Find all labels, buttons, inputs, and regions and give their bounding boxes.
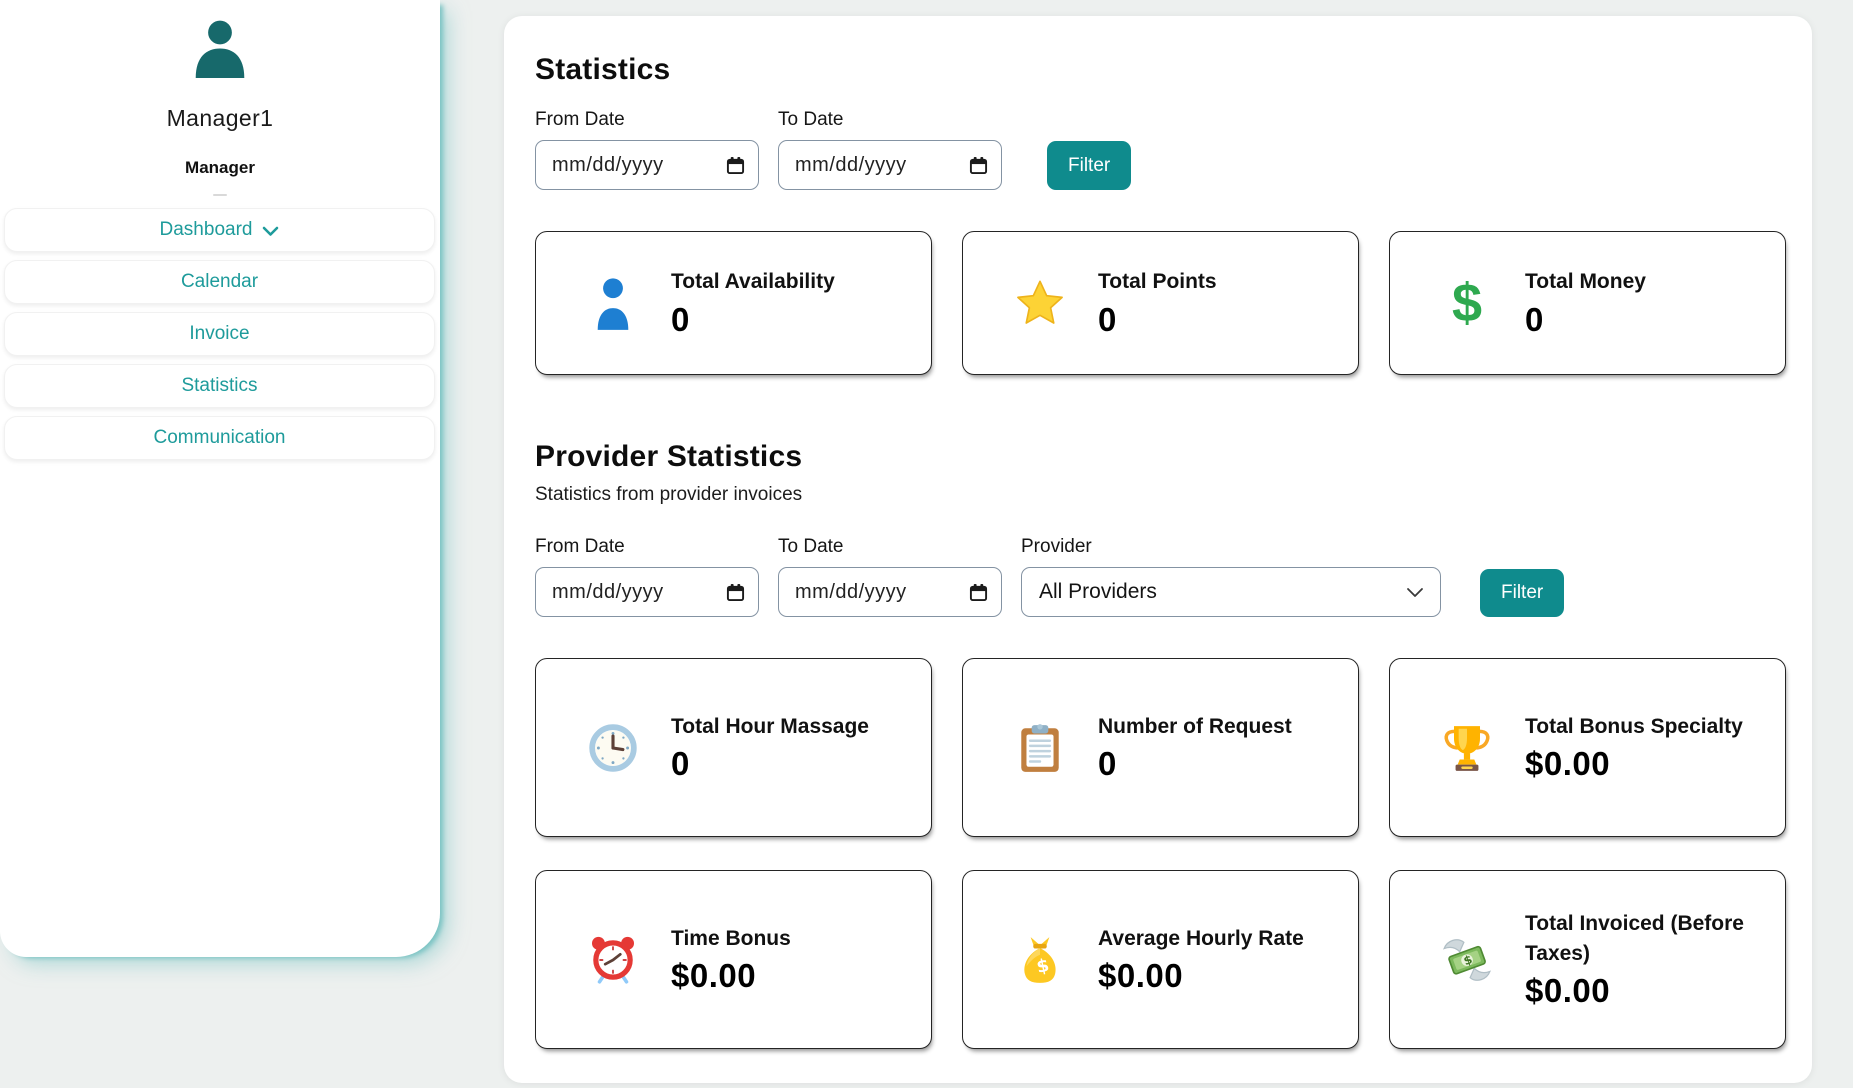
stat-card-time-bonus: Time Bonus $0.00 xyxy=(535,870,932,1049)
statistics-filter-row: From Date mm/dd/yyyy To Date mm/dd/yyyy xyxy=(535,109,1812,190)
sidebar-item-label: Dashboard xyxy=(159,219,253,240)
date-placeholder: mm/dd/yyyy xyxy=(795,580,907,603)
sidebar-item-label: Statistics xyxy=(181,375,258,396)
chevron-down-icon xyxy=(263,226,279,236)
stat-value: $0.00 xyxy=(1098,957,1184,995)
sidebar-item-invoice[interactable]: Invoice xyxy=(4,312,435,356)
stat-value: $0.00 xyxy=(1525,745,1611,783)
alarm-clock-icon xyxy=(591,936,635,984)
calendar-icon[interactable] xyxy=(726,156,745,175)
calendar-icon[interactable] xyxy=(726,583,745,602)
provider-select[interactable]: All Providers xyxy=(1021,567,1441,617)
stat-title: Total Availability xyxy=(671,270,835,294)
from-date-label: From Date xyxy=(535,536,625,557)
stat-value: 0 xyxy=(671,745,690,783)
statistics-cards: Total Availability 0 Total Points 0 $ To… xyxy=(535,231,1812,375)
to-date-input[interactable]: mm/dd/yyyy xyxy=(778,140,1002,190)
money-wings-icon: $ xyxy=(1443,938,1491,981)
divider-dash xyxy=(213,194,227,196)
stat-value: 0 xyxy=(1098,300,1117,338)
provider-to-date-input[interactable]: mm/dd/yyyy xyxy=(778,567,1002,617)
clock-icon xyxy=(589,723,637,772)
stat-value: 0 xyxy=(1525,300,1544,338)
sidebar-item-communication[interactable]: Communication xyxy=(4,416,435,460)
stat-title: Total Hour Massage xyxy=(671,714,869,738)
user-name: Manager1 xyxy=(166,105,274,131)
date-placeholder: mm/dd/yyyy xyxy=(552,580,664,603)
stat-card-total-points: Total Points 0 xyxy=(962,231,1359,375)
from-date-input[interactable]: mm/dd/yyyy xyxy=(535,140,759,190)
trophy-icon xyxy=(1444,725,1490,771)
provider-select-value: All Providers xyxy=(1039,580,1157,603)
to-date-label: To Date xyxy=(778,109,844,130)
sidebar-item-calendar[interactable]: Calendar xyxy=(4,260,435,304)
user-role: Manager xyxy=(185,158,255,177)
provider-filter-row: From Date mm/dd/yyyy To Date mm/dd/yyyy xyxy=(535,536,1812,617)
sidebar-item-label: Calendar xyxy=(180,271,259,292)
sidebar-item-dashboard[interactable]: Dashboard xyxy=(4,208,435,252)
stat-value: 0 xyxy=(1098,745,1117,783)
person-icon xyxy=(597,278,629,330)
date-placeholder: mm/dd/yyyy xyxy=(552,153,664,176)
stat-card-total-money: $ Total Money 0 xyxy=(1389,231,1786,375)
statistics-heading: Statistics xyxy=(535,53,671,86)
calendar-icon[interactable] xyxy=(969,583,988,602)
provider-from-date-input[interactable]: mm/dd/yyyy xyxy=(535,567,759,617)
chevron-down-icon xyxy=(1407,587,1423,597)
star-icon xyxy=(1017,280,1063,324)
stat-card-total-invoiced: $ Total Invoiced (Before Taxes) $0.00 xyxy=(1389,870,1786,1049)
stat-title: Number of Request xyxy=(1098,714,1292,738)
dollar-icon: $ xyxy=(1451,273,1483,333)
stat-card-number-of-request: Number of Request 0 xyxy=(962,658,1359,837)
calendar-icon[interactable] xyxy=(969,156,988,175)
filter-button[interactable]: Filter xyxy=(1047,141,1132,190)
stat-title: Total Points xyxy=(1098,270,1217,294)
sidebar-nav: Dashboard Calendar Invoice Statistics Co… xyxy=(0,208,440,460)
stat-title: Total Bonus Specialty xyxy=(1525,714,1743,738)
stat-card-total-availability: Total Availability 0 xyxy=(535,231,932,375)
stat-value: $0.00 xyxy=(671,957,757,995)
provider-filter-button[interactable]: Filter xyxy=(1480,569,1565,617)
stat-title: Average Hourly Rate xyxy=(1098,926,1304,950)
provider-statistics-heading: Provider Statistics xyxy=(535,440,803,473)
stat-value: $0.00 xyxy=(1525,971,1611,1009)
main-panel: Statistics From Date mm/dd/yyyy To Date … xyxy=(504,16,1812,1083)
money-bag-icon: $ xyxy=(1024,936,1056,983)
avatar xyxy=(0,0,440,83)
person-avatar-icon xyxy=(195,20,245,78)
stat-card-total-bonus-specialty: Total Bonus Specialty $0.00 xyxy=(1389,658,1786,837)
stat-value: 0 xyxy=(671,300,690,338)
date-placeholder: mm/dd/yyyy xyxy=(795,153,907,176)
clipboard-icon xyxy=(1021,723,1059,772)
provider-cards: Total Hour Massage 0 Number of Request 0… xyxy=(535,658,1812,1049)
to-date-label: To Date xyxy=(778,536,844,557)
sidebar-item-label: Communication xyxy=(153,427,286,448)
stat-card-total-hour-massage: Total Hour Massage 0 xyxy=(535,658,932,837)
provider-statistics-subtitle: Statistics from provider invoices xyxy=(535,484,803,505)
stat-card-average-hourly-rate: $ Average Hourly Rate $0.00 xyxy=(962,870,1359,1049)
sidebar: Manager1 Manager Dashboard Calendar Invo… xyxy=(0,0,440,957)
stat-title: Total Invoiced (Before Taxes) xyxy=(1525,912,1744,965)
sidebar-item-label: Invoice xyxy=(189,323,250,344)
stat-title: Total Money xyxy=(1525,270,1646,294)
sidebar-item-statistics[interactable]: Statistics xyxy=(4,364,435,408)
from-date-label: From Date xyxy=(535,109,625,130)
provider-label: Provider xyxy=(1021,536,1092,557)
stat-title: Time Bonus xyxy=(671,926,791,950)
